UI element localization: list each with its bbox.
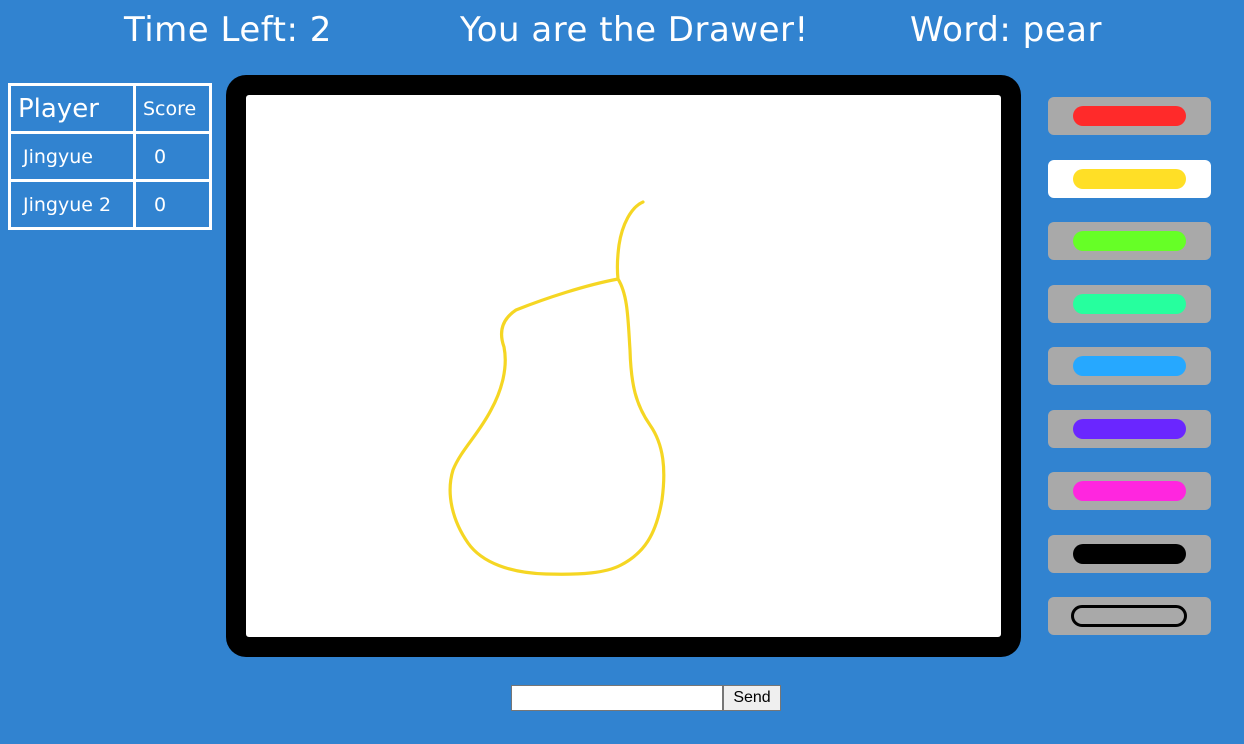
color-swatch-fill <box>1073 106 1186 126</box>
color-swatch-purple[interactable] <box>1048 409 1211 448</box>
table-row: Jingyue 2 0 <box>8 179 212 230</box>
color-swatch-red[interactable] <box>1048 97 1211 135</box>
score-column-header: Score <box>133 83 212 134</box>
player-column-header: Player <box>8 83 136 134</box>
color-swatch-fill <box>1073 418 1186 439</box>
color-swatch-fill <box>1073 168 1186 189</box>
scoreboard-table: Player Score Jingyue 0 Jingyue 2 0 <box>8 83 212 230</box>
time-left-label: Time Left: 2 <box>124 10 332 50</box>
color-swatch-fill <box>1073 231 1186 251</box>
pear-drawing <box>448 200 666 576</box>
player-score: 0 <box>133 131 212 182</box>
color-palette <box>1048 97 1211 635</box>
color-swatch-blue[interactable] <box>1048 347 1211 385</box>
color-swatch-fill <box>1073 293 1186 314</box>
eraser-swatch[interactable] <box>1048 597 1211 635</box>
color-swatch-green[interactable] <box>1048 222 1211 260</box>
color-swatch-fill <box>1073 543 1186 564</box>
table-row: Jingyue 0 <box>8 131 212 182</box>
game-header: Time Left: 2 You are the Drawer! Word: p… <box>0 10 1244 60</box>
player-score: 0 <box>133 179 212 230</box>
drawing-stroke-body <box>448 277 666 576</box>
player-name: Jingyue <box>8 131 136 182</box>
role-label: You are the Drawer! <box>460 10 809 50</box>
drawing-board-frame <box>226 75 1021 657</box>
drawing-canvas[interactable] <box>246 95 1001 637</box>
color-swatch-yellow[interactable] <box>1048 159 1211 198</box>
color-swatch-pink[interactable] <box>1048 472 1211 510</box>
word-label: Word: pear <box>910 10 1102 50</box>
color-swatch-teal[interactable] <box>1048 284 1211 323</box>
drawing-stroke-stem <box>615 200 645 281</box>
send-button[interactable]: Send <box>723 685 781 711</box>
chat-input[interactable] <box>511 685 723 711</box>
player-name: Jingyue 2 <box>8 179 136 230</box>
scoreboard-header-row: Player Score <box>8 83 212 134</box>
color-swatch-fill <box>1073 356 1186 376</box>
eraser-swatch-fill <box>1071 605 1187 627</box>
color-swatch-fill <box>1073 481 1186 501</box>
color-swatch-black[interactable] <box>1048 534 1211 573</box>
